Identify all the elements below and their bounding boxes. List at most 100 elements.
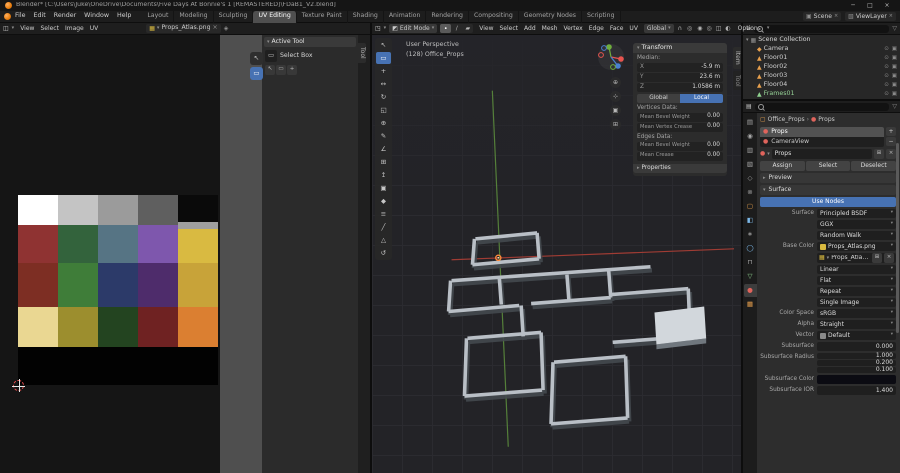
outliner-item[interactable]: ▲ Frames01 ⊙ ▣	[746, 90, 897, 99]
select-box-tool-icon[interactable]: ▭	[265, 50, 277, 62]
inset-faces-tool-button[interactable]: ▣	[376, 182, 391, 194]
texture-tab[interactable]: ▦	[744, 298, 757, 311]
select-box-tool-icon[interactable]: ▭	[276, 65, 286, 75]
menu-item[interactable]: Edge	[586, 25, 607, 32]
mean-value-field[interactable]: Mean Vertex Crease 0.00	[637, 122, 723, 132]
material-action-button[interactable]: Deselect	[851, 161, 897, 171]
filter-icon[interactable]: ▽	[892, 103, 897, 110]
edge-select-button[interactable]: ∕	[451, 24, 462, 33]
sidebar-tab[interactable]: Tool	[733, 70, 741, 91]
render-tab[interactable]: ◉	[744, 130, 757, 143]
surface-panel-header[interactable]: ▾ Surface	[760, 185, 896, 195]
maximize-button[interactable]: □	[862, 1, 878, 11]
transform-tool-button[interactable]: ⊕	[376, 117, 391, 129]
scale-tool-button[interactable]: ◱	[376, 104, 391, 116]
scene-tab[interactable]: ◇	[744, 172, 757, 185]
properties-scrollbar[interactable]	[896, 143, 899, 333]
physics-tab[interactable]: ◯	[744, 242, 757, 255]
shader-field[interactable]: Random Walk ▾	[817, 231, 896, 240]
hide-eye-icon[interactable]: ⊙	[884, 55, 889, 62]
breadcrumb-object[interactable]: Office_Props	[768, 117, 805, 123]
image-selector[interactable]: ▦ ▾ Props_Atlas.png ×	[146, 24, 221, 33]
render-visibility-icon[interactable]: ▣	[892, 55, 897, 62]
uv-editor-type-icon[interactable]: ◫	[3, 25, 9, 32]
material-action-button[interactable]: Select	[805, 161, 851, 171]
show-gizmo-icon[interactable]: ◉	[696, 25, 703, 32]
tool-tab[interactable]: ▤	[744, 116, 757, 129]
viewport-shading-icon[interactable]: ◐	[724, 25, 731, 32]
particles-tab[interactable]: ∗	[744, 228, 757, 241]
extrude-tool-button[interactable]: ↥	[376, 169, 391, 181]
close-button[interactable]: ×	[879, 1, 895, 11]
render-visibility-icon[interactable]: ▣	[892, 64, 897, 71]
image-datablock-field[interactable]: ▦ ▾ Props_Atlas.png ⊞ ×	[817, 253, 896, 263]
workspace-tab[interactable]: Rendering	[426, 10, 469, 23]
measure-tool-button[interactable]: ∠	[376, 143, 391, 155]
menu-item[interactable]: Mesh	[539, 25, 561, 32]
workspace-tab[interactable]: Layout	[142, 10, 175, 23]
radius-value-field[interactable]: 0.100	[817, 367, 896, 373]
mode-selector[interactable]: ◩ Edit Mode ▾	[389, 24, 438, 33]
shader-field[interactable]: Repeat ▾	[817, 287, 896, 296]
duplicate-image-icon[interactable]: ⊞	[872, 253, 882, 263]
minimize-button[interactable]: ─	[845, 1, 861, 11]
menu-item[interactable]: Select	[497, 25, 522, 32]
shader-field[interactable]: 0.000 ▾	[817, 342, 896, 351]
tweak-tool-icon[interactable]: ↖	[265, 65, 275, 75]
menu-item[interactable]: File	[11, 13, 30, 20]
material-tab[interactable]: ●	[743, 284, 757, 297]
mean-value-field[interactable]: Mean Crease 0.00	[637, 151, 723, 161]
menu-item[interactable]: UV	[626, 25, 641, 32]
shader-field[interactable]: GGX ▾	[817, 220, 896, 229]
proportional-edit-icon[interactable]: ◎	[686, 25, 693, 32]
camera-view-icon[interactable]: ▣	[610, 105, 621, 116]
xray-toggle-icon[interactable]: ◫	[715, 25, 723, 32]
move-tool-button[interactable]: ↔	[376, 78, 391, 90]
outliner-item[interactable]: ▲ Floor04 ⊙ ▣	[746, 81, 897, 90]
median-axis-field[interactable]: Y 23.6 m	[637, 73, 723, 82]
use-nodes-button[interactable]: Use Nodes	[760, 197, 896, 207]
disclosure-icon[interactable]: ▾	[746, 38, 749, 43]
scene-collection-row[interactable]: ▾ ▦ Scene Collection	[746, 36, 897, 45]
mean-value-field[interactable]: Mean Bevel Weight 0.00	[637, 141, 723, 151]
orientation-selector[interactable]: Global ▾	[643, 24, 674, 33]
render-visibility-icon[interactable]: ▣	[892, 82, 897, 89]
menu-item[interactable]: UV	[87, 25, 102, 32]
menu-item[interactable]: Window	[80, 13, 113, 20]
object-tab[interactable]: ▢	[744, 200, 757, 213]
menu-item[interactable]: Vertex	[560, 25, 585, 32]
render-visibility-icon[interactable]: ▣	[892, 73, 897, 80]
sidebar-tab-tool[interactable]: Tool	[358, 43, 366, 63]
viewlayer-selector[interactable]: ▧ ViewLayer ×	[845, 12, 896, 21]
select-box-tool-button[interactable]: ▭	[376, 52, 391, 64]
menu-item[interactable]: Render	[50, 13, 80, 20]
unlink-image-icon[interactable]: ×	[884, 253, 894, 263]
menu-item[interactable]: Edit	[30, 13, 50, 20]
output-tab[interactable]: ▥	[744, 144, 757, 157]
outliner-item[interactable]: ▲ Floor03 ⊙ ▣	[746, 72, 897, 81]
render-visibility-icon[interactable]: ▣	[892, 91, 897, 98]
loop-cut-tool-button[interactable]: ≡	[376, 208, 391, 220]
shader-field[interactable]: Flat ▾	[817, 276, 896, 285]
spin-tool-button[interactable]: ↺	[376, 247, 391, 259]
cursor-tool-icon[interactable]: +	[287, 65, 297, 75]
hide-eye-icon[interactable]: ⊙	[884, 82, 889, 89]
menu-item[interactable]: View	[476, 25, 496, 32]
pan-icon[interactable]: ⊹	[610, 91, 621, 102]
add-cube-tool-button[interactable]: ⊞	[376, 156, 391, 168]
shader-field[interactable]: Props_Atlas.png ▾	[817, 242, 896, 251]
hide-eye-icon[interactable]: ⊙	[884, 46, 889, 53]
menu-item[interactable]: Select	[37, 25, 62, 32]
shader-field[interactable]: Default ▾	[817, 331, 896, 340]
shader-field[interactable]: sRGB ▾	[817, 309, 896, 318]
poly-build-tool-button[interactable]: △	[376, 234, 391, 246]
workspace-tab[interactable]: Modeling	[174, 10, 214, 23]
menu-item[interactable]: Image	[62, 25, 87, 32]
annotate-tool-button[interactable]: ✎	[376, 130, 391, 142]
workspace-tab[interactable]: Texture Paint	[297, 10, 348, 23]
unlink-material-icon[interactable]: ×	[886, 149, 896, 159]
hide-eye-icon[interactable]: ⊙	[884, 64, 889, 71]
properties-panel-header[interactable]: ▸ Properties	[633, 163, 727, 174]
blender-menu-icon[interactable]	[4, 13, 11, 20]
material-slot[interactable]: ● Props	[760, 127, 884, 137]
